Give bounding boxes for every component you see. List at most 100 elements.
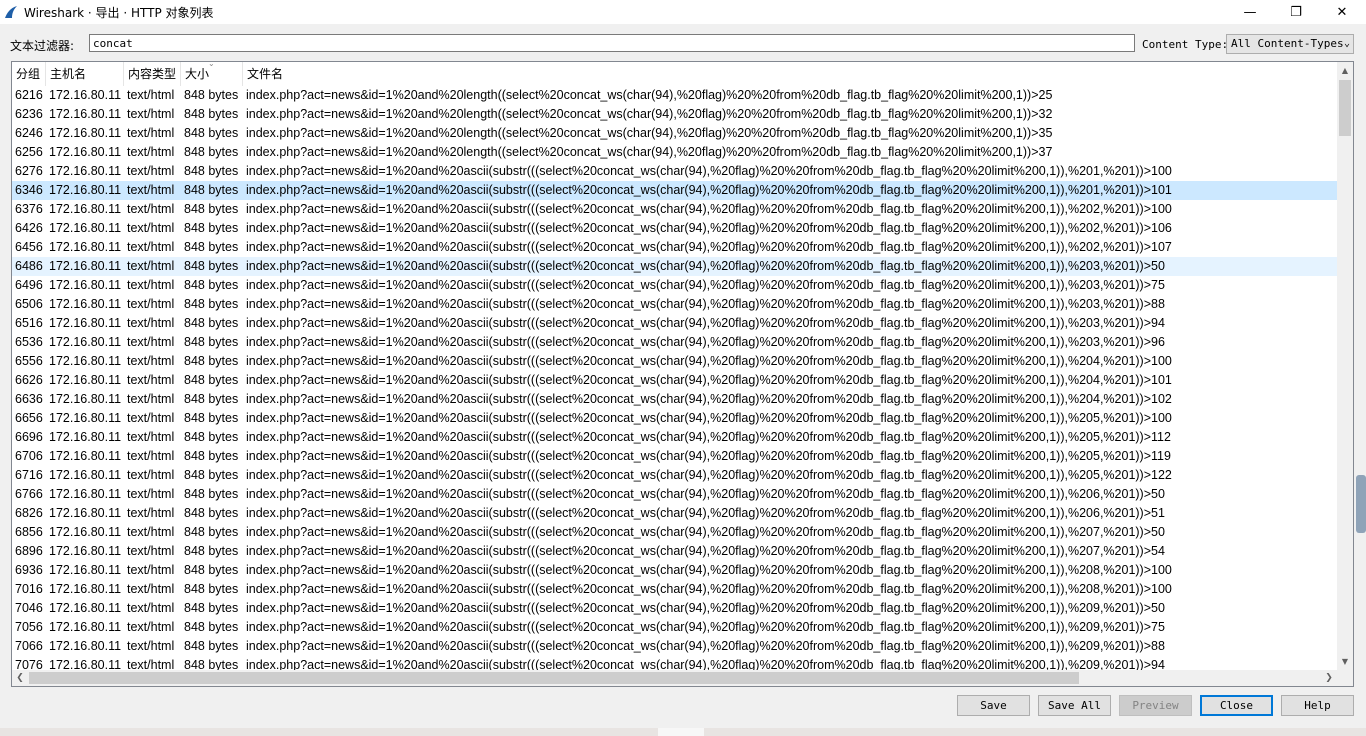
cell-content-type: text/html (127, 620, 175, 634)
cell-hostname: 172.16.80.11 (49, 297, 122, 311)
cell-content-type: text/html (127, 335, 175, 349)
cell-size: 848 bytes (184, 297, 239, 311)
table-row[interactable]: 6856 172.16.80.11 text/html 848 bytes index.… (12, 523, 1337, 542)
preview-button: Preview (1119, 695, 1192, 716)
table-row[interactable]: 7056 172.16.80.11 text/html 848 bytes index.… (12, 618, 1337, 637)
cell-packet: 6896 (15, 544, 43, 558)
table-row[interactable]: 6256 172.16.80.11 text/html 848 bytes index.… (12, 143, 1337, 162)
scroll-up-icon[interactable]: ▲ (1337, 62, 1353, 79)
table-row[interactable]: 7016 172.16.80.11 text/html 848 bytes index.… (12, 580, 1337, 599)
cell-size: 848 bytes (184, 354, 239, 368)
cell-size: 848 bytes (184, 126, 239, 140)
cell-content-type: text/html (127, 430, 175, 444)
table-row[interactable]: 6246 172.16.80.11 text/html 848 bytes index.… (12, 124, 1337, 143)
scroll-down-icon[interactable]: ▼ (1337, 653, 1353, 670)
http-object-table[interactable]: 分组 主机名 内容类型 大小 ⌄ 文件名 6216 172.16.80.11 tex… (11, 61, 1354, 687)
table-row[interactable]: 6346 172.16.80.11 text/html 848 bytes index.… (12, 181, 1337, 200)
help-button[interactable]: Help (1281, 695, 1354, 716)
cell-content-type: text/html (127, 392, 175, 406)
save-all-button[interactable]: Save All (1038, 695, 1111, 716)
table-row[interactable]: 6376 172.16.80.11 text/html 848 bytes index.… (12, 200, 1337, 219)
table-row[interactable]: 6766 172.16.80.11 text/html 848 bytes index.… (12, 485, 1337, 504)
table-row[interactable]: 6216 172.16.80.11 text/html 848 bytes index.… (12, 86, 1337, 105)
cell-filename: index.php?act=news&id=1%20and%20ascii(su… (246, 278, 1165, 292)
cell-hostname: 172.16.80.11 (49, 107, 122, 121)
table-row[interactable]: 6236 172.16.80.11 text/html 848 bytes index.… (12, 105, 1337, 124)
cell-content-type: text/html (127, 487, 175, 501)
cell-size: 848 bytes (184, 145, 239, 159)
cell-size: 848 bytes (184, 601, 239, 615)
cell-filename: index.php?act=news&id=1%20and%20ascii(su… (246, 354, 1172, 368)
cell-packet: 6486 (15, 259, 43, 273)
vertical-scrollbar[interactable]: ▲ ▼ (1337, 62, 1353, 670)
text-filter-input[interactable] (89, 34, 1135, 52)
column-header-packet[interactable]: 分组 (12, 62, 46, 86)
column-header-hostname[interactable]: 主机名 (46, 62, 124, 86)
cell-packet: 6716 (15, 468, 43, 482)
table-row[interactable]: 6716 172.16.80.11 text/html 848 bytes index.… (12, 466, 1337, 485)
chevron-down-icon: ⌄ (1343, 38, 1350, 49)
table-header: 分组 主机名 内容类型 大小 ⌄ 文件名 (12, 62, 1337, 86)
cell-content-type: text/html (127, 468, 175, 482)
table-row[interactable]: 6936 172.16.80.11 text/html 848 bytes index.… (12, 561, 1337, 580)
cell-hostname: 172.16.80.11 (49, 620, 122, 634)
table-row[interactable]: 7066 172.16.80.11 text/html 848 bytes index.… (12, 637, 1337, 656)
cell-size: 848 bytes (184, 164, 239, 178)
scroll-left-icon[interactable]: ❮ (12, 670, 28, 686)
table-row[interactable]: 6656 172.16.80.11 text/html 848 bytes index.… (12, 409, 1337, 428)
cell-filename: index.php?act=news&id=1%20and%20length((… (246, 126, 1053, 140)
cell-filename: index.php?act=news&id=1%20and%20ascii(su… (246, 506, 1165, 520)
cell-filename: index.php?act=news&id=1%20and%20ascii(su… (246, 468, 1172, 482)
cell-filename: index.php?act=news&id=1%20and%20ascii(su… (246, 525, 1165, 539)
cell-size: 848 bytes (184, 183, 239, 197)
cell-packet: 6276 (15, 164, 43, 178)
table-row[interactable]: 6486 172.16.80.11 text/html 848 bytes index.… (12, 257, 1337, 276)
cell-content-type: text/html (127, 183, 175, 197)
side-resize-handle[interactable] (1356, 475, 1366, 533)
table-row[interactable]: 6506 172.16.80.11 text/html 848 bytes index.… (12, 295, 1337, 314)
horizontal-scrollbar[interactable]: ❮ ❯ (12, 670, 1337, 686)
table-row[interactable]: 6556 172.16.80.11 text/html 848 bytes index.… (12, 352, 1337, 371)
table-row[interactable]: 6706 172.16.80.11 text/html 848 bytes index.… (12, 447, 1337, 466)
table-row[interactable]: 6896 172.16.80.11 text/html 848 bytes index.… (12, 542, 1337, 561)
table-row[interactable]: 6636 172.16.80.11 text/html 848 bytes index.… (12, 390, 1337, 409)
close-window-button[interactable]: ✕ (1319, 0, 1365, 24)
cell-size: 848 bytes (184, 544, 239, 558)
table-row[interactable]: 6496 172.16.80.11 text/html 848 bytes index.… (12, 276, 1337, 295)
cell-size: 848 bytes (184, 392, 239, 406)
table-row[interactable]: 6516 172.16.80.11 text/html 848 bytes index.… (12, 314, 1337, 333)
vertical-scroll-thumb[interactable] (1339, 80, 1351, 136)
cell-content-type: text/html (127, 145, 175, 159)
title-bar: Wireshark · 导出 · HTTP 对象列表 — ❐ ✕ (0, 0, 1366, 24)
cell-hostname: 172.16.80.11 (49, 88, 122, 102)
table-row[interactable]: 6456 172.16.80.11 text/html 848 bytes index.… (12, 238, 1337, 257)
table-row[interactable]: 6426 172.16.80.11 text/html 848 bytes index.… (12, 219, 1337, 238)
cell-packet: 7066 (15, 639, 43, 653)
cell-content-type: text/html (127, 639, 175, 653)
table-row[interactable]: 6826 172.16.80.11 text/html 848 bytes index.… (12, 504, 1337, 523)
column-header-content-type[interactable]: 内容类型 (124, 62, 181, 86)
minimize-button[interactable]: — (1227, 0, 1273, 24)
cell-packet: 6936 (15, 563, 43, 577)
cell-packet: 6216 (15, 88, 43, 102)
close-button[interactable]: Close (1200, 695, 1273, 716)
cell-content-type: text/html (127, 221, 175, 235)
table-row[interactable]: 7046 172.16.80.11 text/html 848 bytes index.… (12, 599, 1337, 618)
cell-filename: index.php?act=news&id=1%20and%20ascii(su… (246, 411, 1172, 425)
cell-packet: 6256 (15, 145, 43, 159)
table-row[interactable]: 6276 172.16.80.11 text/html 848 bytes index.… (12, 162, 1337, 181)
maximize-button[interactable]: ❐ (1273, 0, 1319, 24)
content-type-select[interactable]: All Content-Types ⌄ (1226, 34, 1354, 54)
cell-packet: 6456 (15, 240, 43, 254)
table-row[interactable]: 6536 172.16.80.11 text/html 848 bytes index.… (12, 333, 1337, 352)
save-button[interactable]: Save (957, 695, 1030, 716)
scroll-right-icon[interactable]: ❯ (1321, 670, 1337, 686)
column-header-filename[interactable]: 文件名 (243, 62, 1337, 86)
table-row[interactable]: 6626 172.16.80.11 text/html 848 bytes index.… (12, 371, 1337, 390)
minimize-icon: — (1243, 4, 1257, 20)
cell-filename: index.php?act=news&id=1%20and%20ascii(su… (246, 601, 1165, 615)
table-row[interactable]: 6696 172.16.80.11 text/html 848 bytes index.… (12, 428, 1337, 447)
horizontal-scroll-thumb[interactable] (29, 672, 1079, 684)
cell-hostname: 172.16.80.11 (49, 449, 122, 463)
cell-content-type: text/html (127, 259, 175, 273)
